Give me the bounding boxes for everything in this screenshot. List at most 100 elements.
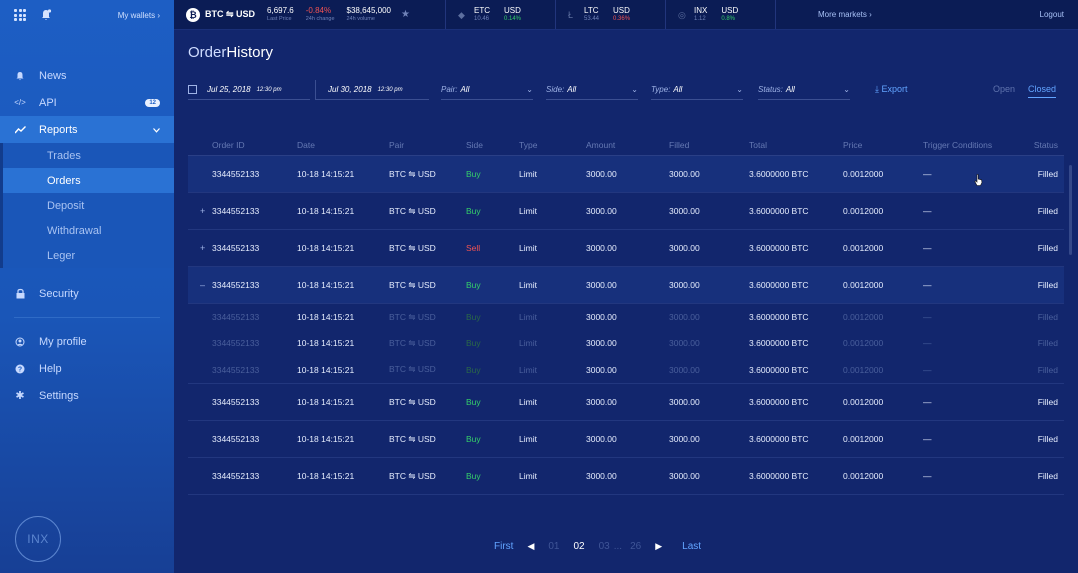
ticker-market-etc[interactable]: ◆ ETC 10.46 USD 0.14% [446, 0, 556, 29]
order-status: Filled [1037, 206, 1058, 216]
sidebar-subitem-withdrawal[interactable]: Withdrawal [3, 218, 174, 243]
sidebar-item-settings[interactable]: ✱ Settings [0, 382, 174, 409]
col-header-price[interactable]: Price [843, 140, 862, 150]
col-header-amount[interactable]: Amount [586, 140, 615, 150]
side-select[interactable]: Side: All ⌄ [546, 80, 638, 100]
order-status: Filled [1037, 471, 1058, 481]
sidebar-item-news[interactable]: News [0, 62, 174, 89]
sidebar-subitem-trades[interactable]: Trades [3, 143, 174, 168]
col-header-date[interactable]: Date [297, 140, 315, 150]
order-price: 0.0012000 [843, 338, 884, 348]
expand-row-button[interactable]: + [200, 206, 205, 216]
order-trigger: — [923, 397, 932, 407]
table-row[interactable]: 3344552133 10-18 14:15:21 BTC ⇋ USD Buy … [188, 384, 1064, 421]
pair-select[interactable]: Pair: All ⌄ [441, 80, 533, 100]
last-page-link[interactable]: Last [682, 541, 701, 552]
table-row-expanded[interactable]: – 3344552133 10-18 14:15:21 BTC ⇋ USD Bu… [188, 267, 1064, 304]
order-pair: BTC ⇋ USD [389, 168, 436, 179]
expand-row-button[interactable]: + [200, 243, 205, 253]
ticker-market-ltc[interactable]: Ł LTC 53.44 USD 0.36% [556, 0, 666, 29]
market-base: LTC [584, 5, 599, 15]
order-pair: BTC ⇋ USD [389, 205, 436, 216]
order-type: Limit [519, 169, 537, 179]
table-row[interactable]: 3344552133 10-18 14:15:21 BTC ⇋ USD Buy … [188, 156, 1064, 193]
next-page-arrow-icon[interactable]: ▶ [655, 541, 662, 552]
order-pair: BTC ⇋ USD [389, 396, 436, 407]
order-pair: BTC ⇋ USD [389, 279, 436, 290]
page-ellipsis: ... [613, 541, 623, 552]
bitcoin-icon: ₿ [186, 7, 200, 22]
table-row[interactable]: + 3344552133 10-18 14:15:21 BTC ⇋ USD Se… [188, 230, 1064, 267]
order-amount: 3000.00 [586, 338, 617, 348]
sidebar-item-help[interactable]: ? Help [0, 355, 174, 382]
table-row[interactable]: + 3344552133 10-18 14:15:21 BTC ⇋ USD Bu… [188, 193, 1064, 230]
sidebar-subitem-deposit[interactable]: Deposit [3, 193, 174, 218]
order-amount: 3000.00 [586, 280, 617, 290]
page-link[interactable]: 01 [548, 541, 559, 552]
order-date: 10-18 14:15:21 [297, 206, 355, 216]
sidebar-item-reports[interactable]: Reports [0, 116, 174, 143]
page-link-current[interactable]: 02 [574, 541, 585, 552]
order-status: Filled [1037, 338, 1058, 348]
ticker-main-pair[interactable]: ₿ BTC ⇋ USD 6,697.6 Last Price -0.84% 24… [174, 0, 446, 29]
table-row[interactable]: 3344552133 10-18 14:15:21 BTC ⇋ USD Buy … [188, 458, 1064, 495]
more-markets-link[interactable]: More markets › [818, 10, 872, 19]
page-link[interactable]: 26 [630, 541, 641, 552]
page-link[interactable]: 03 [599, 541, 610, 552]
chart-icon [14, 124, 26, 136]
col-header-order-id[interactable]: Order ID [212, 140, 245, 150]
pair-select-label: Pair: [441, 85, 458, 94]
type-select[interactable]: Type: All ⌄ [651, 80, 743, 100]
table-row[interactable]: 3344552133 10-18 14:15:21 BTC ⇋ USD Buy … [188, 421, 1064, 458]
sidebar-subitem-orders[interactable]: Orders [3, 168, 174, 193]
order-trigger: — [923, 434, 932, 444]
status-select[interactable]: Status: All ⌄ [758, 80, 850, 100]
logout-link[interactable]: Logout [1040, 10, 1064, 19]
market-base-value: 1.12 [694, 15, 706, 22]
order-status: Filled [1037, 312, 1058, 322]
date-to-field[interactable]: Jul 30, 2018 12:30 pm [315, 80, 429, 100]
order-type: Limit [519, 471, 537, 481]
calendar-icon [188, 85, 197, 94]
my-wallets-link[interactable]: My wallets › [118, 11, 160, 20]
favorite-star-icon[interactable]: ★ [401, 9, 410, 20]
table-scrollbar[interactable] [1069, 165, 1072, 255]
app-grid-icon[interactable] [14, 9, 26, 21]
sidebar-item-my-profile[interactable]: My profile [0, 328, 174, 355]
order-price: 0.0012000 [843, 280, 884, 290]
tab-open[interactable]: Open [993, 84, 1015, 94]
order-date: 10-18 14:15:21 [297, 243, 355, 253]
order-amount: 3000.00 [586, 397, 617, 407]
col-header-pair[interactable]: Pair [389, 140, 404, 150]
type-select-value: All [673, 85, 683, 94]
ticker-market-inx[interactable]: ◎ INX 1.12 USD 0.8% [666, 0, 776, 29]
prev-page-arrow-icon[interactable]: ◀ [527, 541, 534, 552]
help-icon: ? [14, 363, 26, 375]
tab-closed[interactable]: Closed [1028, 84, 1057, 98]
col-header-total[interactable]: Total [749, 140, 767, 150]
order-filled: 3000.00 [669, 280, 700, 290]
order-trigger: — [923, 338, 932, 348]
order-trigger: — [923, 169, 932, 179]
chevron-down-icon[interactable] [153, 124, 160, 136]
col-header-type[interactable]: Type [519, 140, 537, 150]
gear-icon: ✱ [15, 390, 25, 402]
collapse-row-button[interactable]: – [200, 280, 205, 290]
chevron-down-icon: ⌄ [526, 85, 533, 94]
col-header-trigger-conditions[interactable]: Trigger Conditions [923, 140, 992, 150]
sidebar: My wallets › News </> API 12 Reports Tra… [0, 0, 174, 573]
date-from-field[interactable]: Jul 25, 2018 12:30 pm [188, 80, 310, 100]
notification-bell-icon[interactable] [40, 9, 52, 21]
col-header-status[interactable]: Status [1034, 140, 1058, 150]
col-header-side[interactable]: Side [466, 140, 483, 150]
sidebar-subitem-leger[interactable]: Leger [3, 243, 174, 268]
sidebar-item-api[interactable]: </> API 12 [0, 89, 174, 116]
last-price-label: Last Price [267, 15, 292, 22]
sidebar-item-security[interactable]: Security [0, 280, 174, 307]
api-count-badge: 12 [145, 98, 160, 107]
export-button[interactable]: ⤓ Export [875, 84, 908, 95]
order-total: 3.6000000 BTC [749, 364, 809, 375]
first-page-link[interactable]: First [494, 541, 513, 552]
order-price: 0.0012000 [843, 206, 884, 216]
col-header-filled[interactable]: Filled [669, 140, 689, 150]
